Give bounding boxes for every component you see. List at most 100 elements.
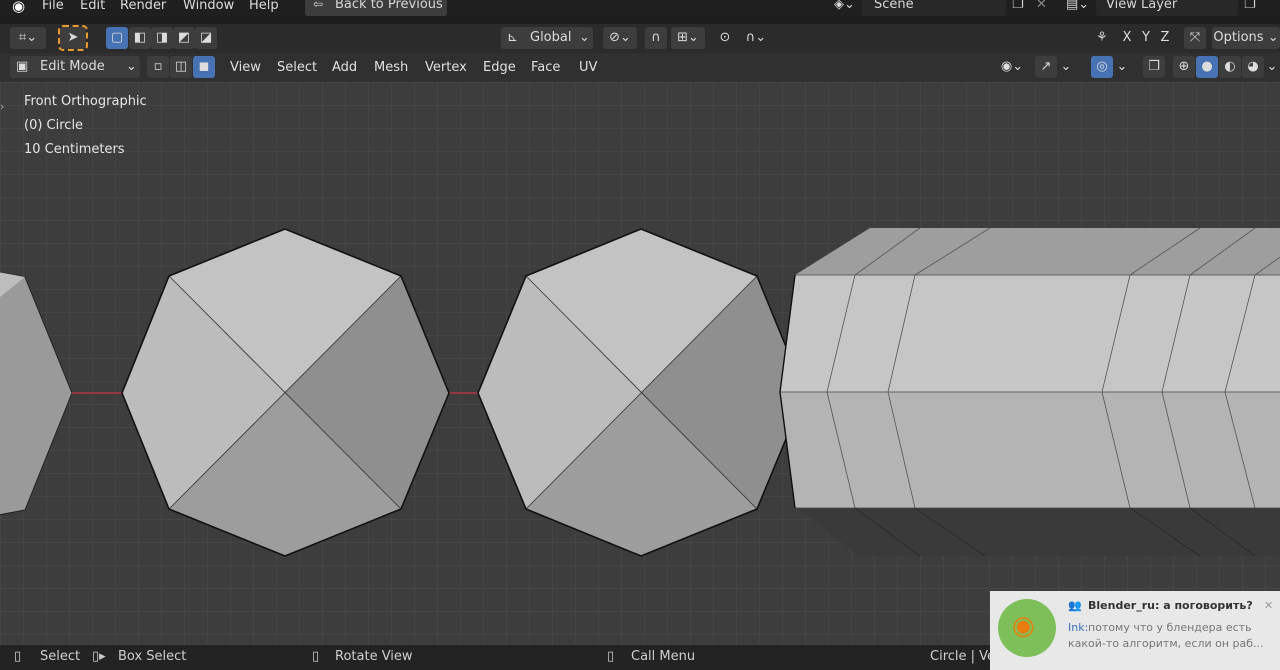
select-invert-icon: ◩ xyxy=(177,30,191,45)
view-layer-selector[interactable]: View Layer xyxy=(1096,0,1238,16)
proportional-edit-toggle[interactable]: ⊙ xyxy=(714,27,736,49)
copy-scene-icon[interactable]: ❐ xyxy=(1012,0,1024,12)
snap-target-dropdown[interactable]: ⊞⌄ xyxy=(671,27,705,49)
wireframe-shading-button[interactable]: ⊕ xyxy=(1173,56,1195,78)
blender-logo-icon[interactable]: ◉ xyxy=(12,0,25,15)
xray-toggle[interactable]: ❐ xyxy=(1143,56,1165,78)
material-sphere-icon: ◐ xyxy=(1224,59,1236,74)
vertex-mode-icon: ▫ xyxy=(153,59,163,74)
edge-select-mode-button[interactable]: ◫ xyxy=(170,56,192,78)
mode-dropdown[interactable]: ▣ Edit Mode ⌄ xyxy=(10,56,140,78)
chat-notification[interactable]: ◉ 👥 Blender_ru: а поговорить? Ink: потом… xyxy=(990,591,1280,670)
scene-name: Scene xyxy=(874,0,914,12)
vertex-select-mode-button[interactable]: ▫ xyxy=(147,56,169,78)
mode-label: Edit Mode xyxy=(40,59,105,74)
gizmo-dropdown[interactable]: ⌄ xyxy=(1057,56,1075,78)
grid-scale-label: 10 Centimeters xyxy=(24,142,125,157)
rendered-shading-button[interactable]: ◕ xyxy=(1242,56,1264,78)
scene-icon[interactable]: ◈⌄ xyxy=(834,0,855,12)
notification-title: Blender_ru: а поговорить? xyxy=(1088,599,1253,612)
select-mode-extend-button[interactable]: ◧ xyxy=(129,27,151,49)
menu-edit[interactable]: Edit xyxy=(80,0,105,15)
proportional-edit-icon: ⊙ xyxy=(719,30,731,45)
options-dropdown[interactable]: Options ⌄ xyxy=(1212,27,1280,49)
menu-select[interactable]: Select xyxy=(277,58,317,78)
close-icon[interactable]: ✕ xyxy=(1264,599,1273,612)
view-layer-name: View Layer xyxy=(1106,0,1178,12)
shading-dropdown[interactable]: ⌄ xyxy=(1264,56,1280,78)
xray-icon: ❐ xyxy=(1148,59,1160,74)
orientation-label: Global xyxy=(530,30,572,45)
mesh-left-partial xyxy=(0,271,73,516)
snap-toggle[interactable]: ∩ xyxy=(645,27,667,49)
eye-icon: ◉⌄ xyxy=(1000,59,1024,74)
face-select-mode-button[interactable]: ◼ xyxy=(193,56,215,78)
notification-sender: Ink: xyxy=(1068,621,1089,634)
overlays-dropdown[interactable]: ⌄ xyxy=(1113,56,1131,78)
menu-view[interactable]: View xyxy=(230,58,261,78)
mouse-middle-icon: ▯ xyxy=(312,649,320,664)
status-call-menu-label: Call Menu xyxy=(631,649,696,664)
back-to-previous-button[interactable]: ⇦ Back to Previous xyxy=(305,0,447,16)
tool-header: ⌗⌄ ➤ ▢ ◧ ◨ ◩ ◪ ⊾ Global ⌄ ⊘⌄ ∩ ⊞⌄ ⊙ ∩⌄ ⚘… xyxy=(0,24,1280,53)
overlays-icon: ◎ xyxy=(1096,59,1108,74)
mirror-y-toggle[interactable]: Y xyxy=(1137,27,1155,49)
menu-file[interactable]: File xyxy=(42,0,64,15)
select-mode-subtract-button[interactable]: ◨ xyxy=(151,27,173,49)
blender-logo-icon: ◉ xyxy=(1012,611,1035,641)
face-mode-icon: ◼ xyxy=(198,59,210,74)
group-icon: 👥 xyxy=(1068,599,1082,612)
3d-viewport[interactable]: › Front Orthographic (0) Circle 10 Centi… xyxy=(0,82,1280,645)
close-scene-icon[interactable]: ✕ xyxy=(1036,0,1047,12)
auto-merge-toggle[interactable]: ⤧ xyxy=(1184,27,1206,49)
tweak-tool-button[interactable]: ➤ xyxy=(58,25,88,51)
visibility-dropdown[interactable]: ◉⌄ xyxy=(995,56,1029,78)
menu-edge[interactable]: Edge xyxy=(483,58,516,78)
mirror-icon: ⚘ xyxy=(1096,30,1108,45)
magnet-icon: ∩ xyxy=(651,30,661,45)
menu-render[interactable]: Render xyxy=(120,0,166,15)
overlays-toggle[interactable]: ◎ xyxy=(1091,56,1113,78)
menu-help[interactable]: Help xyxy=(249,0,279,15)
mouse-drag-icon: ▯▸ xyxy=(92,649,106,664)
merge-icon: ⤧ xyxy=(1189,30,1201,45)
select-intersect-icon: ◪ xyxy=(199,30,213,45)
menu-vertex[interactable]: Vertex xyxy=(425,58,467,78)
mouse-right-icon: ▯ xyxy=(607,649,615,664)
menu-mesh[interactable]: Mesh xyxy=(374,58,408,78)
select-mode-invert-button[interactable]: ◩ xyxy=(173,27,195,49)
transform-orientation-dropdown[interactable]: ⊾ Global ⌄ xyxy=(501,27,593,49)
viewport-header-right: ◉⌄ ↗ ⌄ ◎ ⌄ ❐ ⊕ ● ◐ ◕ ⌄ xyxy=(995,56,1280,80)
solid-shading-button[interactable]: ● xyxy=(1196,56,1218,78)
select-new-icon: ▢ xyxy=(110,30,124,45)
falloff-curve-icon: ∩⌄ xyxy=(745,30,767,45)
chat-avatar: ◉ xyxy=(998,599,1056,657)
notification-line-1: потому что у блендера есть xyxy=(1088,621,1252,634)
mirror-z-toggle[interactable]: Z xyxy=(1156,27,1174,49)
options-label: Options xyxy=(1213,30,1264,45)
pivot-point-dropdown[interactable]: ⊘⌄ xyxy=(603,27,637,49)
falloff-dropdown[interactable]: ∩⌄ xyxy=(739,27,773,49)
copy-view-layer-icon[interactable]: ❐ xyxy=(1244,0,1256,12)
scene-selector[interactable]: Scene xyxy=(862,0,1006,16)
select-mode-intersect-button[interactable]: ◪ xyxy=(195,27,217,49)
sidebar-toggle-icon[interactable]: › xyxy=(0,100,4,113)
menu-add[interactable]: Add xyxy=(332,58,357,78)
edge-mode-icon: ◫ xyxy=(174,59,188,74)
cylinder-mesh xyxy=(779,227,1280,557)
select-mode-new-button[interactable]: ▢ xyxy=(106,27,128,49)
wireframe-sphere-icon: ⊕ xyxy=(1178,59,1190,74)
gizmo-toggle[interactable]: ↗ xyxy=(1035,56,1057,78)
menu-window[interactable]: Window xyxy=(183,0,234,15)
menu-face[interactable]: Face xyxy=(531,58,560,78)
chevron-down-icon: ⌄ xyxy=(126,59,137,74)
chevron-down-icon: ⌄ xyxy=(1267,30,1279,45)
octagon-mesh-1 xyxy=(121,228,450,557)
mirror-x-toggle[interactable]: X xyxy=(1118,27,1136,49)
material-shading-button[interactable]: ◐ xyxy=(1219,56,1241,78)
orientation-axes-icon: ⊾ xyxy=(507,30,518,45)
view-layer-icon[interactable]: ▤⌄ xyxy=(1066,0,1089,12)
editor-type-button[interactable]: ⌗⌄ xyxy=(10,27,46,49)
menu-uv[interactable]: UV xyxy=(579,58,597,78)
gizmo-icon: ↗ xyxy=(1040,59,1052,74)
